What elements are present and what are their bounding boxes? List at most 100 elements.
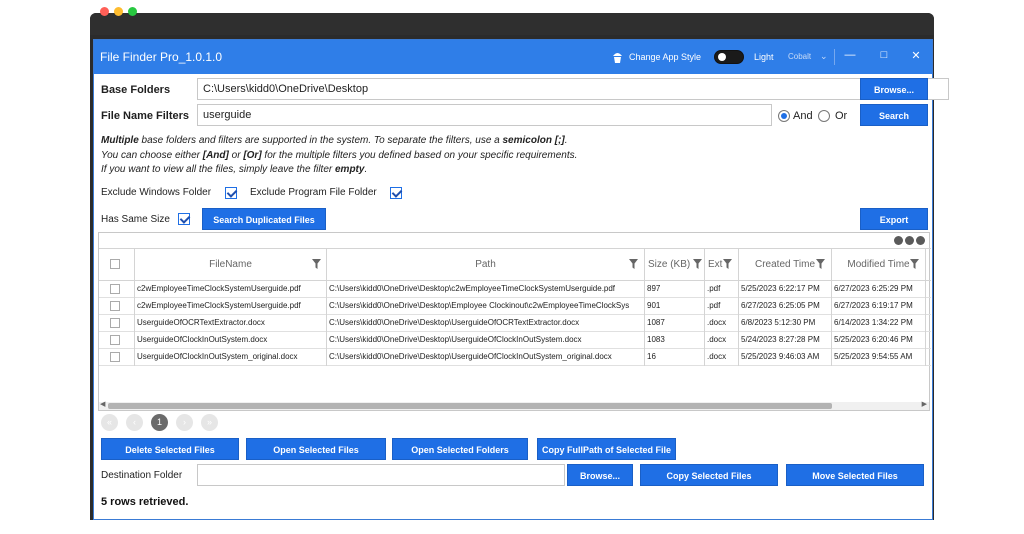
open-folders-button[interactable]: Open Selected Folders bbox=[392, 438, 528, 460]
cupcake-icon bbox=[613, 53, 622, 63]
filter-icon[interactable] bbox=[312, 259, 321, 269]
scrollbar-thumb[interactable] bbox=[108, 403, 832, 409]
status-text: 5 rows retrieved. bbox=[101, 496, 189, 508]
destination-browse-button[interactable]: Browse... bbox=[567, 464, 633, 486]
theme-label: Light bbox=[754, 52, 774, 62]
table-row[interactable]: UserguideOfClockInOutSystem.docx C:\User… bbox=[99, 332, 931, 349]
row-checkbox[interactable] bbox=[110, 352, 120, 362]
row-checkbox[interactable] bbox=[110, 335, 120, 345]
base-folders-input[interactable]: C:\Users\kidd0\OneDrive\Desktop bbox=[197, 78, 949, 100]
column-header-filename[interactable]: FileName bbox=[135, 249, 327, 280]
filters-label: File Name Filters bbox=[101, 110, 190, 122]
open-files-button[interactable]: Open Selected Files bbox=[246, 438, 386, 460]
table-row[interactable]: c2wEmployeeTimeClockSystemUserguide.pdf … bbox=[99, 281, 931, 298]
destination-label: Destination Folder bbox=[101, 470, 183, 481]
filter-icon[interactable] bbox=[910, 259, 919, 269]
same-size-checkbox[interactable] bbox=[178, 213, 190, 225]
minimize-traffic-light[interactable] bbox=[114, 7, 123, 16]
destination-input[interactable] bbox=[197, 464, 565, 486]
or-label: Or bbox=[835, 110, 848, 122]
cell-filename: UserguideOfOCRTextExtractor.docx bbox=[135, 315, 327, 332]
theme-color-select[interactable]: Cobalt bbox=[788, 52, 811, 61]
cell-path: C:\Users\kidd0\OneDrive\Desktop\c2wEmplo… bbox=[327, 281, 645, 298]
or-radio[interactable] bbox=[818, 110, 830, 122]
cell-modified: 6/14/2023 1:34:22 PM bbox=[832, 315, 926, 332]
search-button[interactable]: Search bbox=[860, 104, 928, 126]
table-row[interactable]: c2wEmployeeTimeClockSystemUserguide.pdf … bbox=[99, 298, 931, 315]
export-button[interactable]: Export bbox=[860, 208, 928, 230]
cell-size: 901 bbox=[645, 298, 705, 315]
delete-selected-button[interactable]: Delete Selected Files bbox=[101, 438, 239, 460]
minimize-icon[interactable]: — bbox=[842, 49, 858, 61]
exclude-program-checkbox[interactable] bbox=[390, 187, 402, 199]
search-duplicated-button[interactable]: Search Duplicated Files bbox=[202, 208, 326, 230]
close-traffic-light[interactable] bbox=[100, 7, 109, 16]
current-page[interactable]: 1 bbox=[151, 414, 168, 431]
column-header-path[interactable]: Path bbox=[327, 249, 645, 280]
filter-icon[interactable] bbox=[816, 259, 825, 269]
exclude-windows-checkbox[interactable] bbox=[225, 187, 237, 199]
cell-filename: UserguideOfClockInOutSystem_original.doc… bbox=[135, 349, 327, 366]
column-header-ext[interactable]: Ext bbox=[705, 249, 739, 280]
move-selected-button[interactable]: Move Selected Files bbox=[786, 464, 924, 486]
cell-filename: c2wEmployeeTimeClockSystemUserguide.pdf bbox=[135, 298, 327, 315]
scroll-right-icon[interactable]: ▶ bbox=[922, 400, 927, 408]
next-page-button[interactable]: › bbox=[176, 414, 193, 431]
select-all-checkbox[interactable] bbox=[110, 259, 120, 269]
app-title-bar: File Finder Pro_1.0.1.0 Change App Style… bbox=[94, 40, 932, 74]
close-icon[interactable]: ✕ bbox=[908, 49, 924, 62]
filters-input[interactable]: userguide bbox=[197, 104, 772, 126]
prev-page-button[interactable]: ‹ bbox=[126, 414, 143, 431]
cell-ext: .docx bbox=[705, 315, 739, 332]
app-window: File Finder Pro_1.0.1.0 Change App Style… bbox=[93, 39, 949, 520]
info-line-1: Multiple base folders and filters are su… bbox=[101, 135, 568, 146]
title-separator bbox=[834, 49, 835, 65]
last-page-button[interactable]: » bbox=[201, 414, 218, 431]
cell-created: 5/25/2023 6:22:17 PM bbox=[739, 281, 832, 298]
cell-modified: 5/25/2023 6:20:46 PM bbox=[832, 332, 926, 349]
cell-filename: UserguideOfClockInOutSystem.docx bbox=[135, 332, 327, 349]
table-row[interactable]: UserguideOfOCRTextExtractor.docx C:\User… bbox=[99, 315, 931, 332]
row-checkbox[interactable] bbox=[110, 301, 120, 311]
and-radio[interactable] bbox=[778, 110, 790, 122]
row-select-cell bbox=[99, 281, 135, 298]
filter-icon[interactable] bbox=[629, 259, 638, 269]
grid-header: FileName Path Size (KB) Ext Created Time… bbox=[99, 248, 931, 281]
row-checkbox[interactable] bbox=[110, 318, 120, 328]
change-style-button[interactable]: Change App Style bbox=[612, 51, 701, 63]
cell-ext: .pdf bbox=[705, 281, 739, 298]
change-style-label: Change App Style bbox=[629, 52, 702, 62]
and-label: And bbox=[793, 110, 813, 122]
theme-toggle[interactable] bbox=[714, 50, 744, 64]
same-size-label: Has Same Size bbox=[101, 214, 170, 225]
cell-modified: 6/27/2023 6:19:17 PM bbox=[832, 298, 926, 315]
info-line-2: You can choose either [And] or [Or] for … bbox=[101, 150, 578, 161]
cell-size: 897 bbox=[645, 281, 705, 298]
first-page-button[interactable]: « bbox=[101, 414, 118, 431]
cell-modified: 6/27/2023 6:25:29 PM bbox=[832, 281, 926, 298]
mac-title-bar bbox=[90, 13, 934, 35]
filter-icon[interactable] bbox=[723, 259, 732, 269]
browse-base-button[interactable]: Browse... bbox=[860, 78, 928, 100]
more-options-icon[interactable] bbox=[894, 236, 925, 245]
toggle-knob bbox=[718, 53, 726, 61]
copy-selected-button[interactable]: Copy Selected Files bbox=[640, 464, 778, 486]
cell-size: 1087 bbox=[645, 315, 705, 332]
copy-fullpath-button[interactable]: Copy FullPath of Selected File bbox=[537, 438, 676, 460]
app-title: File Finder Pro_1.0.1.0 bbox=[100, 50, 223, 64]
row-checkbox[interactable] bbox=[110, 284, 120, 294]
filter-icon[interactable] bbox=[693, 259, 702, 269]
scroll-left-icon[interactable]: ◀ bbox=[100, 400, 105, 408]
row-select-cell bbox=[99, 349, 135, 366]
chevron-down-icon[interactable]: ⌄ bbox=[820, 51, 828, 62]
zoom-traffic-light[interactable] bbox=[128, 7, 137, 16]
cell-path: C:\Users\kidd0\OneDrive\Desktop\Userguid… bbox=[327, 332, 645, 349]
cell-modified: 5/25/2023 9:54:55 AM bbox=[832, 349, 926, 366]
cell-path: C:\Users\kidd0\OneDrive\Desktop\Employee… bbox=[327, 298, 645, 315]
table-row[interactable]: UserguideOfClockInOutSystem_original.doc… bbox=[99, 349, 931, 366]
cell-created: 5/24/2023 8:27:28 PM bbox=[739, 332, 832, 349]
maximize-icon[interactable]: □ bbox=[876, 49, 892, 61]
horizontal-scrollbar[interactable]: ◀ ▶ bbox=[99, 400, 929, 410]
exclude-program-label: Exclude Program File Folder bbox=[250, 187, 377, 198]
cell-ext: .docx bbox=[705, 349, 739, 366]
